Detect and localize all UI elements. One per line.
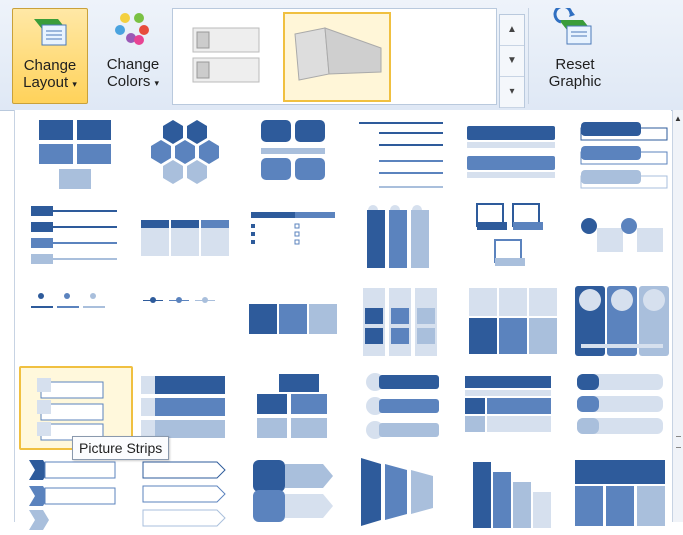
layout-segmented-block[interactable]	[569, 450, 679, 530]
layout-circle-bars[interactable]	[349, 366, 459, 446]
gallery-scrollbar[interactable]: ▲	[672, 110, 683, 522]
layout-staircase-bars[interactable]	[459, 450, 569, 530]
layout-table-list[interactable]	[129, 198, 239, 278]
color-palette-icon	[111, 8, 155, 52]
layout-offset-blocks[interactable]	[239, 366, 349, 446]
style-thumbnail-flat[interactable]	[179, 12, 275, 98]
layout-image-panels[interactable]	[459, 282, 569, 362]
chevron-down-icon: ▾	[154, 78, 160, 88]
layout-stacked-bars[interactable]	[459, 114, 569, 194]
style-thumbnail-3d[interactable]	[283, 12, 391, 102]
layout-trapezoid-list[interactable]	[349, 450, 459, 530]
reset-graphic-button[interactable]: Reset Graphic	[538, 4, 612, 90]
scroll-up-icon[interactable]: ▲	[500, 15, 524, 46]
change-layout-label-2: Layout	[23, 74, 69, 91]
layout-horizontal-blocks[interactable]	[239, 282, 349, 362]
layout-icon	[28, 9, 72, 53]
layout-dot-list[interactable]	[239, 198, 349, 278]
change-layout-label-1: Change	[23, 57, 77, 74]
scroll-down-icon[interactable]: ▼	[500, 46, 524, 77]
reset-icon	[553, 4, 597, 52]
layout-arrow-tabs[interactable]	[129, 450, 239, 530]
change-layout-button[interactable]: Change Layout ▾	[12, 8, 88, 104]
change-colors-label-2: Colors	[106, 73, 151, 90]
layout-stacked-tabs[interactable]	[129, 366, 239, 446]
layout-picture-frames[interactable]	[459, 198, 569, 278]
more-icon[interactable]: ▾	[500, 77, 524, 108]
layout-chevron-list[interactable]	[19, 450, 129, 530]
style-gallery	[172, 8, 497, 105]
gallery-scroll: ▲ ▼ ▾	[499, 14, 525, 108]
layout-block-arrow[interactable]	[239, 450, 349, 530]
change-colors-label-1: Change	[106, 56, 160, 73]
layout-line-list[interactable]	[349, 114, 459, 194]
layout-tabbed-bars[interactable]	[569, 114, 679, 194]
layout-arrow-timeline[interactable]	[19, 282, 129, 362]
layout-gallery	[14, 110, 671, 530]
layout-grid-columns[interactable]	[349, 282, 459, 362]
layout-pin-timeline[interactable]	[129, 282, 239, 362]
reset-label-1: Reset	[555, 56, 595, 73]
chevron-down-icon: ▾	[72, 79, 77, 89]
layout-vertical-columns[interactable]	[349, 198, 459, 278]
layout-bullet-lines[interactable]	[19, 198, 129, 278]
layout-rounded-tabs[interactable]	[569, 366, 679, 446]
scrollbar-grip[interactable]	[676, 436, 681, 448]
layout-block-grid[interactable]	[19, 114, 129, 194]
ribbon-divider	[528, 8, 529, 104]
reset-label-2: Graphic	[548, 73, 602, 90]
scroll-up-icon[interactable]: ▲	[674, 114, 682, 123]
layout-circle-picture-columns[interactable]	[569, 282, 679, 362]
layout-tooltip: Picture Strips	[72, 436, 170, 460]
change-colors-button[interactable]: Change Colors ▾	[96, 8, 170, 92]
layout-hexagon-cluster[interactable]	[129, 114, 239, 194]
layout-banded-list[interactable]	[459, 366, 569, 446]
layout-circle-accents[interactable]	[569, 198, 679, 278]
ribbon: Change Layout ▾ Change Colors ▾ ▲ ▼ ▾ Re…	[0, 0, 683, 111]
layout-rounded-blocks[interactable]	[239, 114, 349, 194]
